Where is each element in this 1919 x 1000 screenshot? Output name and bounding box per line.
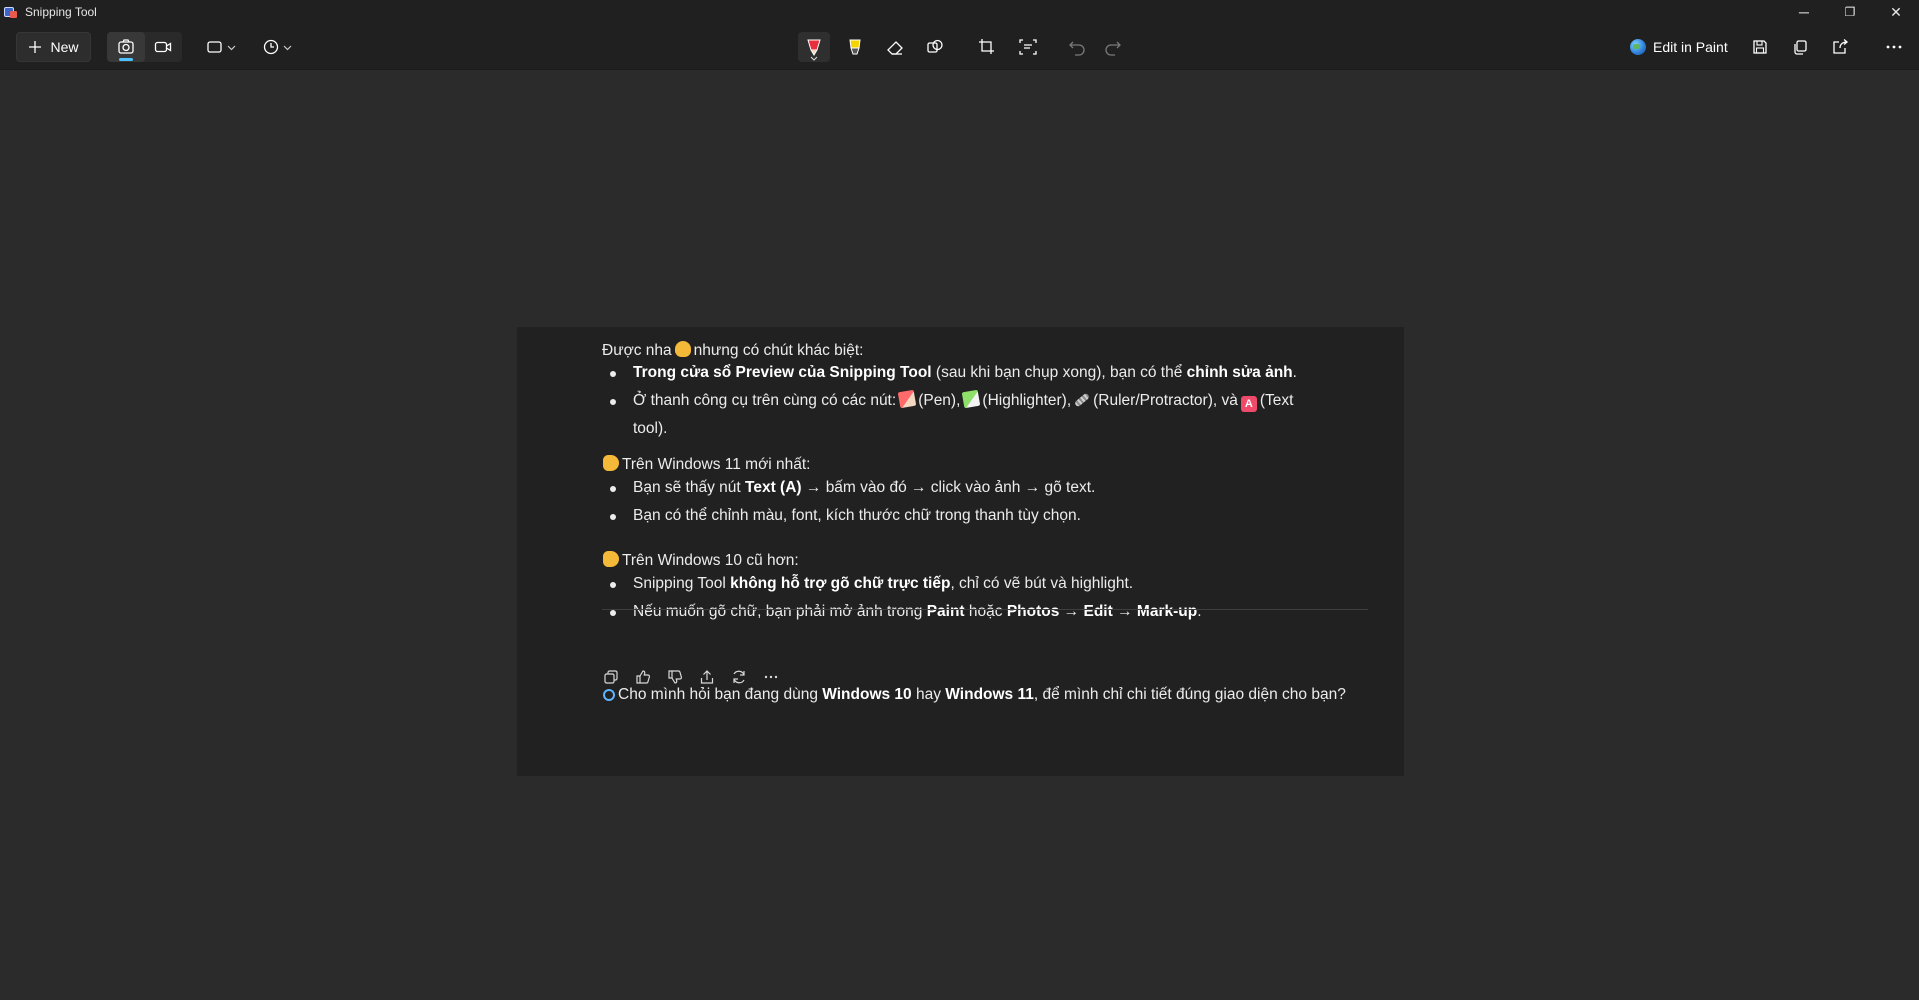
shapes-icon [927,39,943,53]
pen-emoji-icon [897,389,917,409]
minimize-button[interactable]: ─ [1781,0,1827,24]
save-icon [1753,40,1767,54]
more-actions-button [762,668,780,686]
copy-icon [1794,40,1807,55]
bullet-adjust-options: Bạn có thể chỉnh màu, font, kích thước c… [633,507,1081,524]
new-button[interactable]: New [16,32,91,62]
toolbar: New Edit in Paint [0,24,1919,70]
share-icon [1833,39,1849,54]
heading-windows-11: Trên Windows 11 mới nhất: [603,455,810,475]
bullet-toolbar-buttons-cont: tool). [633,420,668,437]
share-button[interactable] [1824,32,1856,62]
snipping-tool-app-icon [4,5,18,19]
bullet-toolbar-buttons: Ở thanh công cụ trên cùng có các nút: (Pe… [633,389,1293,412]
see-more-button[interactable] [1878,32,1910,62]
app-title: Snipping Tool [25,5,97,19]
share-response-button [698,668,716,686]
chevron-down-icon [227,45,236,50]
bullet-dot [610,582,616,588]
camera-icon [118,39,134,54]
plus-icon [29,41,42,53]
bullet-dot [610,371,616,377]
new-button-label: New [50,39,79,55]
undo-button[interactable] [1061,32,1093,62]
ok-hand-emoji-icon [674,341,691,357]
window-controls: ─ ❐ ✕ [1781,0,1919,24]
divider [602,609,1368,610]
redo-button[interactable] [1097,32,1129,62]
copy-icon [604,670,618,684]
edit-in-paint-button[interactable]: Edit in Paint [1630,32,1728,62]
pointing-hand-emoji-icon [603,551,619,567]
paint-globe-icon [1630,39,1646,55]
redo-icon [1105,41,1121,56]
crop-icon [979,39,994,54]
shapes-button[interactable] [919,32,951,62]
bullet-no-text-support: Snipping Tool không hỗ trợ gõ chữ trực t… [633,575,1134,592]
bullet-dot [610,486,616,492]
highlighter-icon [849,39,861,55]
text-actions-icon [1019,39,1037,55]
bullet-dot [610,514,616,520]
regenerate-icon [733,670,745,684]
magnifier-emoji-icon [603,689,615,701]
timer-icon [263,39,279,55]
ballpoint-pen-button[interactable] [798,32,830,62]
thumbs-down-button [666,668,684,686]
more-icon [764,675,778,679]
crop-button[interactable] [971,32,1003,62]
title-bar: Snipping Tool ─ ❐ ✕ [0,0,1919,24]
message-actions [602,667,780,687]
eraser-button[interactable] [879,32,911,62]
share-icon [700,670,714,684]
eraser-icon [887,41,903,55]
thumbs-up-icon [636,670,651,684]
thumbs-up-button [634,668,652,686]
heading-windows-10: Trên Windows 10 cũ hơn: [603,551,799,571]
highlighter-button[interactable] [839,32,871,62]
highlighter-emoji-icon [962,389,981,409]
chevron-down-icon [810,56,818,61]
thumbs-down-icon [668,670,683,684]
bullet-dot [610,399,616,405]
close-button[interactable]: ✕ [1873,0,1919,24]
rectangle-mode-icon [207,41,222,53]
capture-mode-group [107,32,182,62]
undo-icon [1069,41,1085,56]
intro-line: Được nha nhưng có chút khác biệt: [602,341,864,359]
save-button[interactable] [1744,32,1776,62]
question-line: Cho mình hỏi bạn đang dùng Windows 10 ha… [603,685,1346,705]
text-actions-button[interactable] [1012,32,1044,62]
bullet-use-paint-photos: Nếu muốn gõ chữ, bạn phải mở ảnh trong P… [633,603,1202,620]
screenshot-mode-button[interactable] [107,32,145,62]
bullet-preview-edit: Trong cửa sổ Preview của Snipping Tool (… [633,364,1297,381]
copy-button[interactable] [1784,32,1816,62]
copy-response-button [602,668,620,686]
video-icon [155,41,172,53]
video-mode-button[interactable] [145,32,183,62]
pointing-hand-emoji-icon [603,455,619,471]
more-icon [1886,45,1902,49]
chevron-down-icon [283,45,292,50]
snip-shape-dropdown[interactable] [206,32,236,62]
bullet-text-button: Bạn sẽ thấy nút Text (A) → bấm vào đó → … [633,479,1096,496]
ballpoint-pen-icon [807,39,821,56]
restore-button[interactable]: ❐ [1827,0,1873,24]
letter-a-emoji-icon: A [1240,396,1257,412]
bullet-dot [610,610,616,616]
regenerate-button [730,668,748,686]
delay-timer-dropdown[interactable] [262,32,292,62]
edit-in-paint-label: Edit in Paint [1653,39,1728,55]
captured-screenshot[interactable]: Được nha nhưng có chút khác biệt: Trong c… [517,327,1404,776]
ruler-emoji-icon [1074,392,1091,408]
